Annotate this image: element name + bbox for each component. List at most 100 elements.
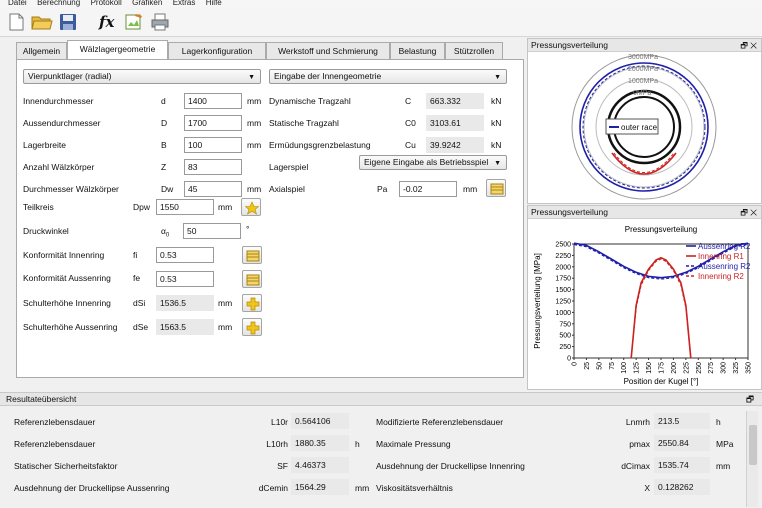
konf-aussen-input[interactable]: 0.53 xyxy=(156,271,214,287)
result-label: Ausdehnung der Druckellipse Innenring xyxy=(376,461,525,471)
tab-lagerkonfiguration[interactable]: Lagerkonfiguration xyxy=(168,42,266,59)
chart-title: Pressungsverteilung xyxy=(625,225,697,234)
tab-stuetzrollen[interactable]: Stützrollen xyxy=(445,42,503,59)
input-mode-select[interactable]: Eingabe der Innengeometrie ▼ xyxy=(269,69,507,84)
konf-innen-input[interactable]: 0.53 xyxy=(156,247,214,263)
y-tick-label: 250 xyxy=(559,344,571,351)
result-unit: h xyxy=(355,439,360,449)
table-edit-icon[interactable] xyxy=(242,270,262,288)
menu-datei[interactable]: Datei xyxy=(8,0,27,7)
float-icon[interactable]: 🗗 xyxy=(740,208,748,217)
table-edit-icon[interactable] xyxy=(242,246,262,264)
result-unit: MPa xyxy=(716,439,734,449)
polar-plot: 3000MPa 2000MPa 1000MPa 0MPa outer race xyxy=(571,54,717,200)
plus-icon[interactable] xyxy=(242,294,262,312)
ring-label: 0MPa xyxy=(633,90,651,97)
result-value: 213.5 xyxy=(654,413,710,429)
table-edit-icon[interactable] xyxy=(486,179,506,197)
x-tick-label: 50 xyxy=(596,362,603,370)
bearing-type-select[interactable]: Vierpunktlager (radial) ▼ xyxy=(23,69,261,84)
lagerspiel-select[interactable]: Eigene Eingabe als Betriebsspiel ▼ xyxy=(359,155,507,170)
result-symbol: L10rh xyxy=(266,439,288,449)
results-title: Resultateübersicht 🗗 xyxy=(0,393,762,406)
result-label: Referenzlebensdauer xyxy=(14,417,96,427)
plus-icon[interactable] xyxy=(242,318,262,336)
menu-grafiken[interactable]: Grafiken xyxy=(132,0,162,7)
x-tick-label: 25 xyxy=(584,362,591,370)
druckwinkel-symbol: α0 xyxy=(161,226,170,239)
result-unit: mm xyxy=(716,461,731,471)
field-label: Lagerbreite xyxy=(23,140,67,150)
field-label: Aussendurchmesser xyxy=(23,118,101,128)
druckwinkel-input[interactable]: 50 xyxy=(183,223,241,239)
schulter-innen-label: Schulterhöhe Innenring xyxy=(23,298,111,308)
result-symbol: pmax xyxy=(629,439,650,449)
new-file-icon[interactable] xyxy=(6,12,26,32)
tab-waelzlagergeometrie[interactable]: Wälzlagergeometrie xyxy=(67,40,168,60)
result-symbol: dCimax xyxy=(621,461,650,471)
float-icon[interactable]: 🗗 xyxy=(746,393,754,406)
axialspiel-input[interactable]: -0.02 xyxy=(399,181,457,197)
field-input[interactable]: 45 xyxy=(184,181,242,197)
polar-panel-title: Pressungsverteilung xyxy=(528,39,761,52)
menu-extras[interactable]: Extras xyxy=(173,0,196,7)
teilkreis-unit: mm xyxy=(218,202,233,212)
tab-belastung[interactable]: Belastung xyxy=(390,42,445,59)
print-icon[interactable] xyxy=(150,12,170,32)
scroll-thumb[interactable] xyxy=(749,425,757,465)
chevron-down-icon: ▼ xyxy=(248,74,255,81)
star-icon[interactable] xyxy=(241,198,261,216)
x-tick-label: 175 xyxy=(659,362,666,374)
ring-label: 2000MPa xyxy=(628,66,658,73)
tab-werkstoff[interactable]: Werkstoff und Schmierung xyxy=(266,42,390,59)
result-symbol: Lnmrh xyxy=(625,417,650,427)
x-axis-label: Position der Kugel [°] xyxy=(624,377,699,386)
result-value: 4.46373 xyxy=(291,457,349,473)
field-unit: mm xyxy=(247,96,262,106)
menu-protokoll[interactable]: Protokoll xyxy=(91,0,122,7)
teilkreis-input[interactable]: 1550 xyxy=(156,199,214,215)
save-icon[interactable] xyxy=(58,12,78,32)
chevron-down-icon: ▼ xyxy=(494,160,501,167)
menu-hilfe[interactable]: Hilfe xyxy=(206,0,222,7)
capacity-value: 3103.61 xyxy=(426,115,484,131)
field-label: Durchmesser Wälzkörper xyxy=(23,184,119,194)
field-input[interactable]: 100 xyxy=(184,137,242,153)
field-input[interactable]: 83 xyxy=(184,159,242,175)
y-tick-label: 1000 xyxy=(555,310,571,317)
x-tick-label: 125 xyxy=(634,362,641,374)
capacity-label: Ermüdungsgrenzbelastung xyxy=(269,140,371,150)
capacity-value: 663.332 xyxy=(426,93,484,109)
capacity-symbol: C0 xyxy=(405,118,416,128)
field-symbol: B xyxy=(161,140,167,150)
results-scrollbar[interactable] xyxy=(746,411,758,507)
menu-berechnung[interactable]: Berechnung xyxy=(37,0,80,7)
float-icon[interactable]: 🗗 xyxy=(740,41,748,50)
konf-aussen-symbol: fe xyxy=(133,273,141,283)
konf-innen-symbol: fi xyxy=(133,250,138,260)
result-value: 1535.74 xyxy=(654,457,710,473)
tab-allgemein[interactable]: Allgemein xyxy=(16,42,67,59)
druckwinkel-unit: ° xyxy=(246,224,250,234)
formula-icon[interactable]: fx xyxy=(99,12,121,32)
field-symbol: d xyxy=(161,96,166,106)
polar-legend-label: outer race xyxy=(621,123,658,132)
legend-label: Innenring R1 xyxy=(698,252,744,261)
field-input[interactable]: 1400 xyxy=(184,93,242,109)
edit-icon[interactable] xyxy=(124,12,144,32)
field-input[interactable]: 1700 xyxy=(184,115,242,131)
close-icon[interactable]: ✕ xyxy=(750,41,757,50)
capacity-symbol: Cu xyxy=(405,140,416,150)
x-tick-label: 225 xyxy=(683,362,690,374)
konf-aussen-label: Konformität Aussenring xyxy=(23,273,111,283)
open-folder-icon[interactable] xyxy=(31,12,53,32)
schulter-aussen-symbol: dSe xyxy=(133,322,149,332)
close-icon[interactable]: ✕ xyxy=(750,208,757,217)
field-unit: mm xyxy=(247,140,262,150)
y-tick-label: 500 xyxy=(559,333,571,340)
capacity-unit: kN xyxy=(491,140,502,150)
field-label: Innendurchmesser xyxy=(23,96,94,106)
x-tick-label: 150 xyxy=(646,362,653,374)
x-tick-label: 0 xyxy=(572,362,579,366)
field-symbol: Dw xyxy=(161,184,174,194)
